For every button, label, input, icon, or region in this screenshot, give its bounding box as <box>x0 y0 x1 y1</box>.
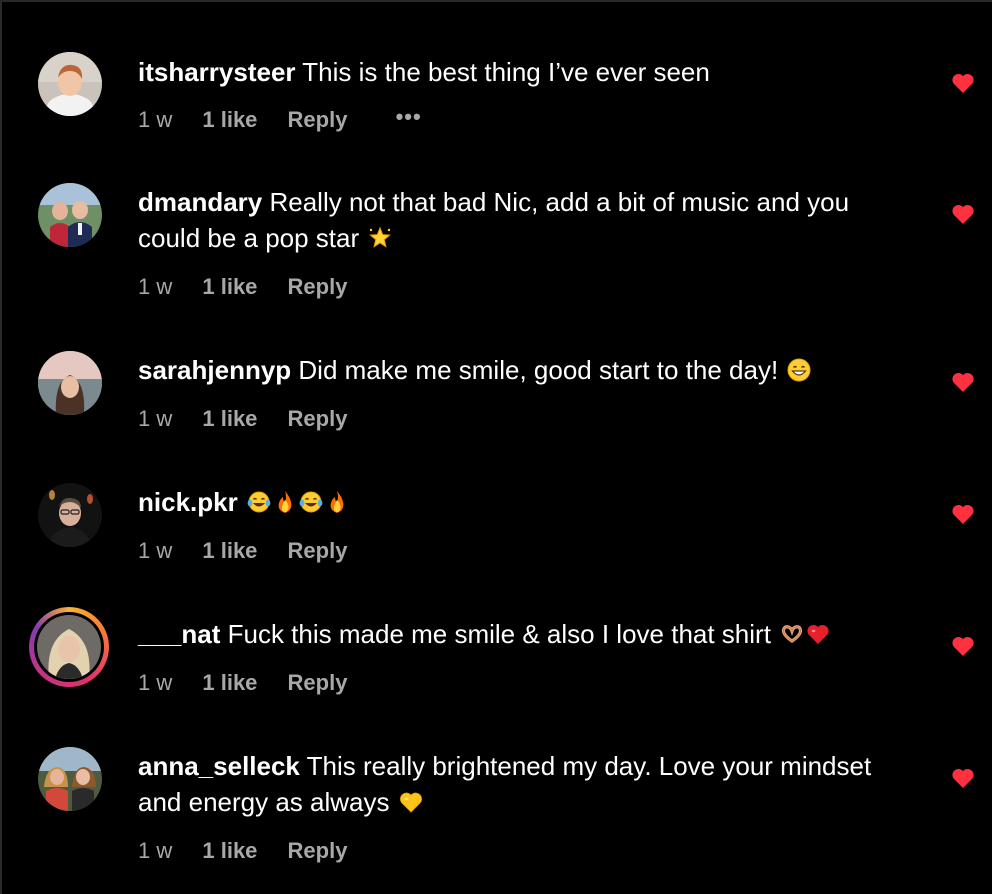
avatar-photo <box>37 615 101 679</box>
fire-emoji <box>278 491 292 513</box>
comment-text: itsharrysteer This is the best thing I’v… <box>138 54 898 90</box>
heart-icon[interactable] <box>951 767 975 789</box>
comment-meta: 1 w 1 like Reply ••• <box>138 104 422 133</box>
avatar-photo <box>38 351 102 415</box>
avatar[interactable] <box>38 483 102 547</box>
avatar-photo <box>38 52 102 116</box>
avatar-photo <box>38 483 102 547</box>
comment-username[interactable]: ___nat <box>138 619 220 649</box>
reply-button[interactable]: Reply <box>288 406 348 432</box>
reply-button[interactable]: Reply <box>288 538 348 564</box>
comment-username[interactable]: anna_selleck <box>138 751 300 781</box>
comment-meta: 1 w 1 like Reply <box>138 670 347 696</box>
comment-likes[interactable]: 1 like <box>202 274 257 300</box>
reply-button[interactable]: Reply <box>288 838 348 864</box>
glowing-star-emoji <box>369 226 392 248</box>
comment-time: 1 w <box>138 274 173 299</box>
reply-button[interactable]: Reply <box>288 274 348 300</box>
comment-meta: 1 w 1 like Reply <box>138 274 347 300</box>
comment-text: dmandary Really not that bad Nic, add a … <box>138 184 898 256</box>
comment-likes[interactable]: 1 like <box>202 838 257 864</box>
avatar-photo <box>38 747 102 811</box>
comments-panel: itsharrysteer This is the best thing I’v… <box>0 0 992 894</box>
tears-of-joy-emoji <box>247 491 271 513</box>
avatar[interactable] <box>38 747 102 811</box>
comment-username[interactable]: dmandary <box>138 187 262 217</box>
reply-button[interactable]: Reply <box>288 670 348 696</box>
avatar[interactable] <box>38 52 102 116</box>
heart-icon[interactable] <box>951 203 975 225</box>
comment-likes[interactable]: 1 like <box>202 107 257 133</box>
comment-text: anna_selleck This really brightened my d… <box>138 748 898 820</box>
comment-meta: 1 w 1 like Reply <box>138 838 347 864</box>
reply-button[interactable]: Reply <box>288 107 348 133</box>
comment-time: 1 w <box>138 838 173 863</box>
comment-time: 1 w <box>138 538 173 563</box>
avatar-story-ring[interactable] <box>29 607 109 687</box>
comment-time: 1 w <box>138 406 173 431</box>
fire-emoji <box>330 491 344 513</box>
avatar[interactable] <box>38 351 102 415</box>
avatar <box>34 612 104 682</box>
comment-time: 1 w <box>138 107 173 132</box>
comment-username[interactable]: nick.pkr <box>138 487 238 517</box>
comment-meta: 1 w 1 like Reply <box>138 406 347 432</box>
red-heart-emoji <box>807 625 829 644</box>
grinning-face-emoji <box>787 358 811 382</box>
heart-icon[interactable] <box>951 371 975 393</box>
avatar[interactable] <box>38 183 102 247</box>
heart-icon[interactable] <box>951 72 975 94</box>
comment-body: Fuck this made me smile & also I love th… <box>220 619 771 649</box>
comment-body: Did make me smile, good start to the day… <box>291 355 779 385</box>
comment-time: 1 w <box>138 670 173 695</box>
more-options-icon[interactable]: ••• <box>396 104 422 130</box>
comment-text: nick.pkr <box>138 484 898 520</box>
comment-body: This is the best thing I’ve ever seen <box>295 57 710 87</box>
comment-likes[interactable]: 1 like <box>202 670 257 696</box>
tears-of-joy-emoji <box>299 491 323 513</box>
yellow-heart-emoji <box>399 792 422 813</box>
comment-likes[interactable]: 1 like <box>202 538 257 564</box>
heart-icon[interactable] <box>951 635 975 657</box>
comment-text: ___nat Fuck this made me smile & also I … <box>138 616 898 652</box>
avatar-photo <box>38 183 102 247</box>
comment-username[interactable]: sarahjennyp <box>138 355 291 385</box>
comment-text: sarahjennyp Did make me smile, good star… <box>138 352 898 388</box>
heart-icon[interactable] <box>951 503 975 525</box>
comment-meta: 1 w 1 like Reply <box>138 538 347 564</box>
comment-likes[interactable]: 1 like <box>202 406 257 432</box>
heart-hands-emoji <box>782 625 803 643</box>
comment-username[interactable]: itsharrysteer <box>138 57 296 87</box>
